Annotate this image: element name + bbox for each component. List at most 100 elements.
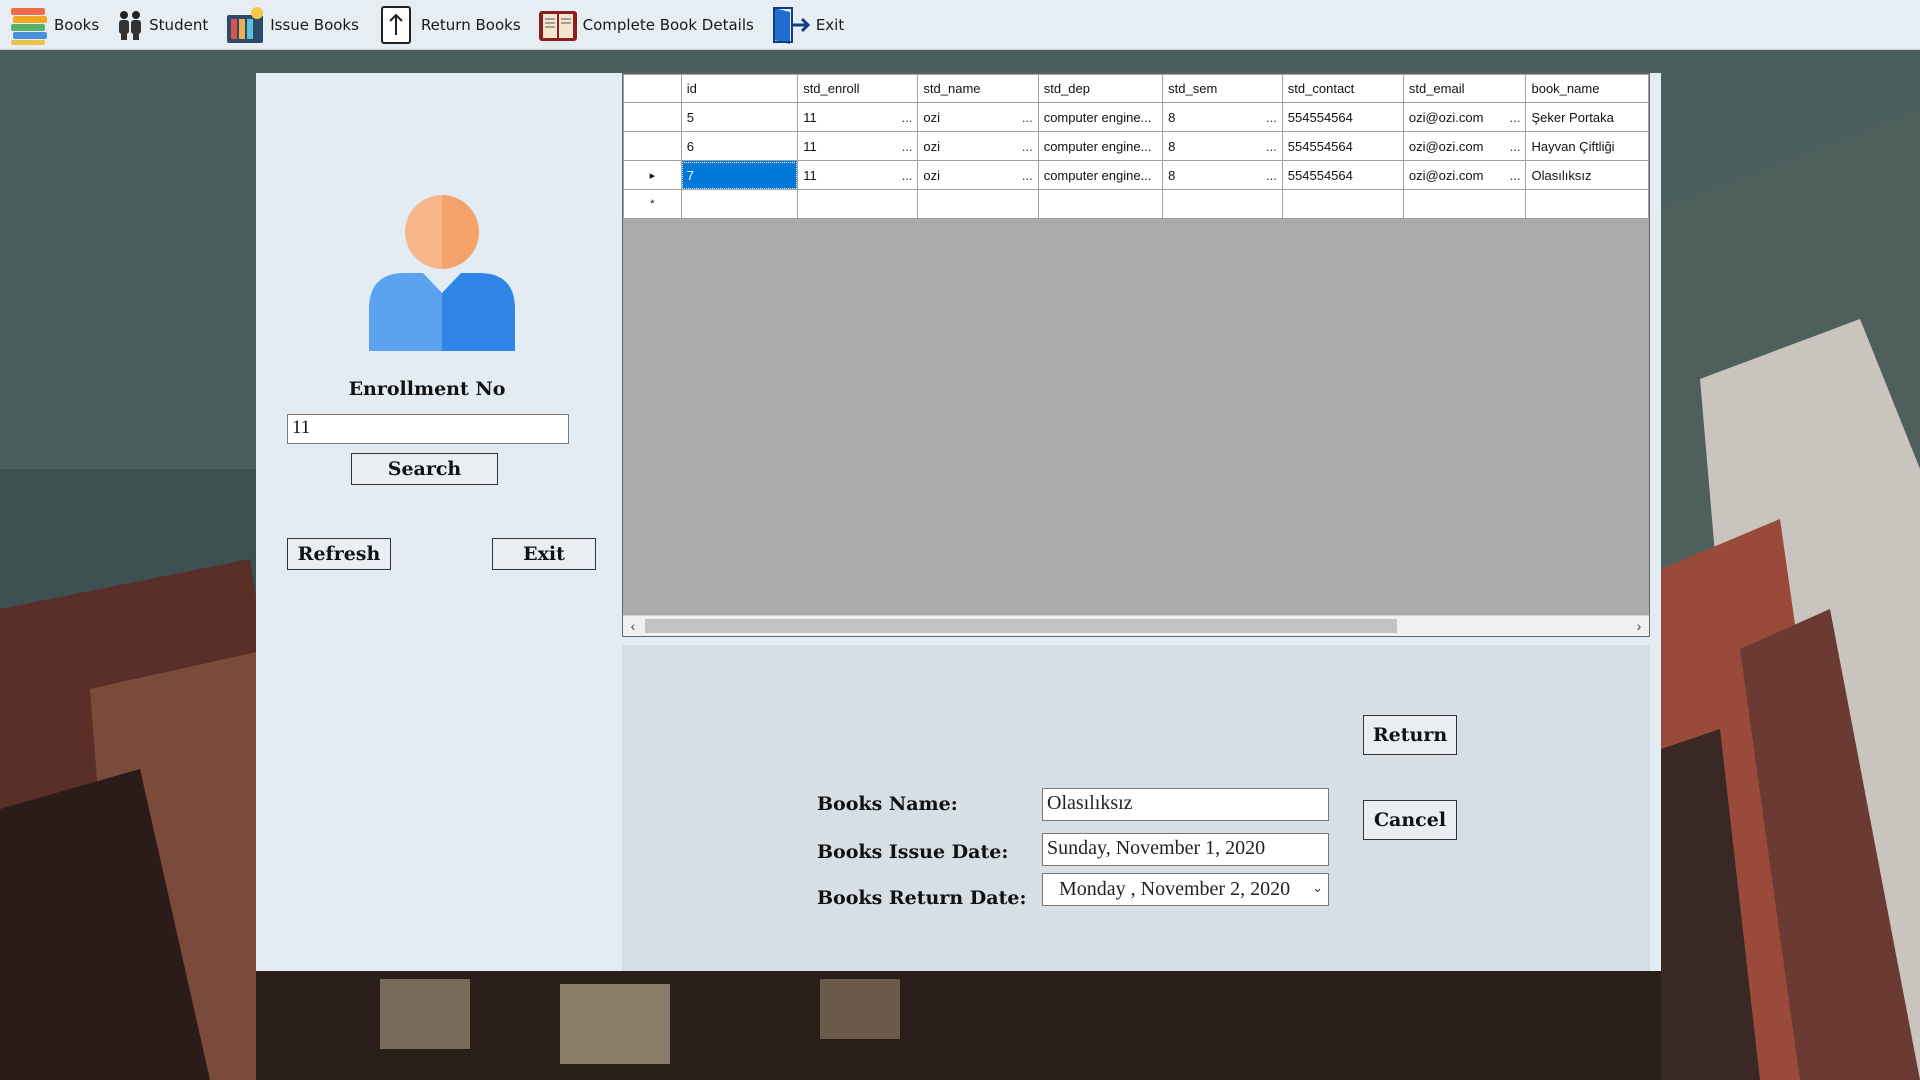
- refresh-button[interactable]: Refresh: [287, 538, 391, 570]
- table-row-selected[interactable]: ▸ 7 11... ozi... computer engine... 8...…: [623, 160, 1649, 190]
- grid-cell[interactable]: 5: [680, 102, 799, 132]
- grid-cell-text: ozi: [923, 138, 941, 154]
- column-header[interactable]: std_enroll: [797, 74, 919, 103]
- table-new-row[interactable]: *: [623, 189, 1649, 219]
- column-header[interactable]: book_name: [1525, 74, 1649, 103]
- column-header[interactable]: std_name: [917, 74, 1039, 103]
- menu-student[interactable]: Student: [107, 0, 216, 49]
- return-button[interactable]: Return: [1363, 715, 1457, 755]
- menu-return-books[interactable]: Return Books: [367, 0, 529, 49]
- issue-date-field[interactable]: Sunday, November 1, 2020: [1042, 833, 1329, 866]
- grid-cell[interactable]: 554554564: [1281, 102, 1404, 132]
- search-panel: Enrollment No 11 Search Refresh Exit: [256, 73, 622, 971]
- issued-books-grid[interactable]: id std_enroll std_name std_dep std_sem s…: [622, 73, 1650, 637]
- cell-ellipsis: ...: [1021, 167, 1033, 183]
- horizontal-scrollbar[interactable]: ‹ ›: [623, 615, 1649, 636]
- cell-ellipsis: ...: [1509, 109, 1521, 125]
- grid-cell-text: 11: [803, 109, 817, 125]
- row-header-current[interactable]: ▸: [623, 160, 682, 190]
- enrollment-input[interactable]: 11: [287, 414, 569, 444]
- return-details-panel: Books Name: Olasılıksız Books Issue Date…: [622, 645, 1650, 971]
- exit-door-icon: [770, 4, 812, 46]
- grid-cell[interactable]: 11...: [797, 131, 919, 161]
- chevron-down-icon[interactable]: ⌄: [1312, 880, 1323, 896]
- menu-books[interactable]: Books: [0, 0, 107, 49]
- cell-ellipsis: ...: [1509, 138, 1521, 154]
- grid-cell-text: 11: [803, 138, 817, 154]
- menu-bar: Books Student Issue Books Return Books C…: [0, 0, 1920, 50]
- grid-cell-empty[interactable]: [1281, 189, 1404, 219]
- grid-cell-text: ozi: [923, 109, 941, 125]
- menu-issue-books[interactable]: Issue Books: [216, 0, 367, 49]
- user-avatar-icon: [369, 195, 515, 351]
- grid-cell[interactable]: ozi@ozi.com...: [1402, 131, 1527, 161]
- grid-cell[interactable]: Hayvan Çiftliği: [1525, 131, 1649, 161]
- cell-ellipsis: ...: [1265, 109, 1277, 125]
- menu-exit[interactable]: Exit: [762, 0, 852, 49]
- cell-ellipsis: ...: [1021, 138, 1033, 154]
- grid-cell-empty[interactable]: [797, 189, 919, 219]
- column-header[interactable]: std_sem: [1162, 74, 1283, 103]
- grid-cell-text: 8: [1168, 138, 1176, 154]
- menu-exit-label: Exit: [815, 15, 845, 34]
- row-header[interactable]: [623, 131, 682, 161]
- row-header-new[interactable]: *: [623, 189, 682, 219]
- grid-cell-text: 8: [1168, 109, 1176, 125]
- grid-cell-empty[interactable]: [1162, 189, 1283, 219]
- cell-ellipsis: ...: [1265, 167, 1277, 183]
- exit-button[interactable]: Exit: [492, 538, 596, 570]
- grid-cell[interactable]: computer engine...: [1037, 160, 1164, 190]
- grid-cell[interactable]: computer engine...: [1037, 131, 1164, 161]
- column-header[interactable]: std_contact: [1281, 74, 1404, 103]
- grid-cell[interactable]: ozi...: [917, 131, 1039, 161]
- grid-cell[interactable]: Şeker Portaka: [1525, 102, 1649, 132]
- book-name-label: Books Name:: [817, 793, 958, 815]
- grid-cell-text: 11: [803, 167, 817, 183]
- scroll-right-icon[interactable]: ›: [1629, 616, 1649, 636]
- table-row[interactable]: 6 11... ozi... computer engine... 8... 5…: [623, 131, 1649, 161]
- return-date-value: Monday , November 2, 2020: [1059, 878, 1291, 900]
- grid-cell[interactable]: ozi...: [917, 102, 1039, 132]
- return-books-form: Enrollment No 11 Search Refresh Exit id …: [256, 73, 1661, 971]
- grid-table: id std_enroll std_name std_dep std_sem s…: [623, 74, 1649, 219]
- grid-cell[interactable]: 554554564: [1281, 131, 1404, 161]
- search-button[interactable]: Search: [351, 453, 498, 485]
- column-header[interactable]: id: [680, 74, 799, 103]
- menu-books-label: Books: [54, 15, 100, 34]
- grid-cell[interactable]: Olasılıksız: [1525, 160, 1649, 190]
- grid-cell[interactable]: 8...: [1162, 102, 1283, 132]
- grid-cell-text: 8: [1168, 167, 1176, 183]
- grid-cell-empty[interactable]: [917, 189, 1039, 219]
- grid-cell[interactable]: ozi@ozi.com...: [1402, 102, 1527, 132]
- row-header-corner: [623, 74, 682, 103]
- grid-cell-empty[interactable]: [680, 189, 799, 219]
- grid-cell[interactable]: computer engine...: [1037, 102, 1164, 132]
- grid-cell[interactable]: 6: [680, 131, 799, 161]
- grid-cell-text: ozi@ozi.com: [1408, 138, 1484, 154]
- table-row[interactable]: 5 11... ozi... computer engine... 8... 5…: [623, 102, 1649, 132]
- grid-cell-selected[interactable]: 7: [680, 160, 799, 190]
- book-name-field[interactable]: Olasılıksız: [1042, 788, 1329, 821]
- cancel-button[interactable]: Cancel: [1363, 800, 1457, 840]
- column-header[interactable]: std_dep: [1037, 74, 1164, 103]
- grid-cell[interactable]: ozi@ozi.com...: [1402, 160, 1527, 190]
- grid-cell[interactable]: 554554564: [1281, 160, 1404, 190]
- column-header[interactable]: std_email: [1402, 74, 1527, 103]
- grid-cell[interactable]: 11...: [797, 102, 919, 132]
- grid-cell-empty[interactable]: [1525, 189, 1649, 219]
- issue-books-icon: [224, 4, 266, 46]
- cell-ellipsis: ...: [901, 138, 913, 154]
- grid-cell[interactable]: 11...: [797, 160, 919, 190]
- grid-cell-text: ozi@ozi.com: [1408, 109, 1484, 125]
- grid-cell-empty[interactable]: [1402, 189, 1527, 219]
- return-date-picker[interactable]: Monday , November 2, 2020 ⌄: [1042, 873, 1329, 906]
- book-details-icon: [537, 4, 579, 46]
- grid-cell-empty[interactable]: [1037, 189, 1164, 219]
- row-header[interactable]: [623, 102, 682, 132]
- menu-complete-book-details[interactable]: Complete Book Details: [529, 0, 762, 49]
- grid-cell[interactable]: ozi...: [917, 160, 1039, 190]
- scroll-left-icon[interactable]: ‹: [623, 616, 643, 636]
- grid-cell[interactable]: 8...: [1162, 131, 1283, 161]
- scrollbar-thumb[interactable]: [645, 619, 1397, 633]
- grid-cell[interactable]: 8...: [1162, 160, 1283, 190]
